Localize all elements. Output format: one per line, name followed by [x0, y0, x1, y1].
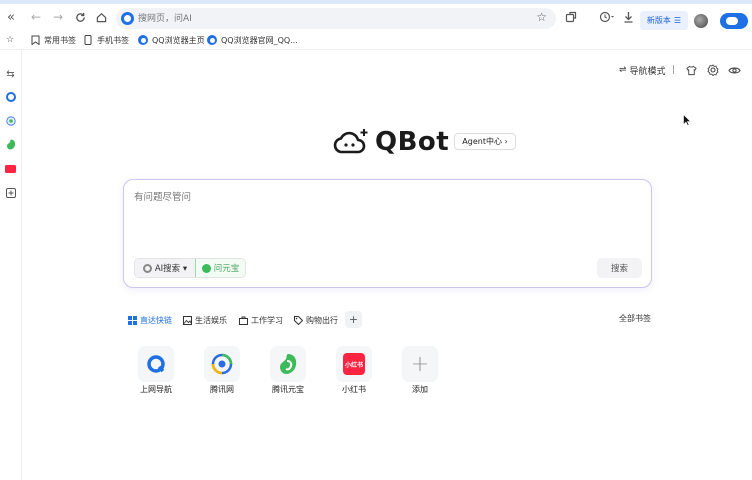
settings-gear-icon[interactable] — [707, 63, 719, 77]
skin-icon[interactable] — [686, 63, 697, 77]
bookmark-label: QQ浏览器官网_QQ... — [221, 35, 298, 45]
yuanbao-icon — [201, 263, 211, 273]
sidebar-qq-browser-icon[interactable] — [4, 90, 17, 103]
new-version-label: 新版本 — [646, 16, 671, 25]
qq-browser-icon — [138, 35, 148, 45]
bookmark-star-icon[interactable]: ☆ — [5, 33, 15, 47]
back-icon[interactable]: ← — [27, 8, 45, 26]
extensions-icon[interactable] — [562, 8, 580, 26]
cloud-toggle[interactable] — [720, 13, 748, 29]
tab-label: 直达快链 — [140, 315, 172, 325]
ai-search-icon — [142, 263, 152, 273]
bookmark-label: 手机书签 — [97, 35, 129, 45]
bookmark-item-qq-official[interactable]: QQ浏览器官网_QQ... — [207, 33, 298, 47]
qq-nav-icon — [147, 355, 165, 373]
eye-icon[interactable] — [728, 63, 741, 77]
tab-label: 生活娱乐 — [195, 315, 227, 325]
search-box: AI搜索 ▾ 问元宝 搜索 — [123, 179, 652, 288]
sidebar: ⇆ — [0, 50, 22, 480]
shortcut-tile-yuanbao[interactable] — [270, 346, 306, 382]
add-icon: + — [410, 351, 430, 377]
download-icon[interactable] — [619, 8, 637, 26]
all-bookmarks-link[interactable]: 全部书签 — [619, 313, 651, 324]
nav-mode-label: 导航模式 — [629, 66, 666, 77]
sidebar-add-icon[interactable] — [4, 186, 17, 199]
avatar[interactable] — [694, 14, 708, 28]
nav-mode-icon: ⇌ — [619, 65, 627, 75]
shortcut-tile-nav[interactable] — [138, 346, 174, 382]
qq-browser-logo-icon — [121, 12, 134, 25]
add-shortcut-button[interactable]: + — [402, 346, 438, 382]
bookmark-add-icon — [30, 35, 40, 45]
ai-search-label: AI搜索 ▾ — [154, 264, 188, 274]
star-icon[interactable]: ☆ — [536, 10, 547, 24]
browser-toolbar: « ← → ☆ 新版本 ☰ — [0, 4, 752, 30]
logo-text: QBot — [375, 127, 450, 157]
qbot-logo: QBot — [333, 127, 449, 157]
search-input[interactable] — [134, 189, 634, 239]
home-icon[interactable] — [92, 8, 110, 26]
qq-browser-icon — [207, 35, 217, 45]
new-version-button[interactable]: 新版本 ☰ — [640, 11, 688, 30]
nav-mode-button[interactable]: ⇌ 导航模式 — [619, 63, 666, 77]
bookmark-item-common[interactable]: 常用书签 — [30, 33, 76, 47]
bookmarks-bar: ☆ 常用书签 手机书签 QQ浏览器主页 QQ浏览器官网_QQ... — [0, 30, 752, 50]
reload-icon[interactable] — [71, 8, 89, 26]
shortcut-label: 腾讯网 — [210, 385, 234, 394]
grid-icon — [128, 315, 137, 325]
menu-icon: ☰ — [673, 16, 682, 25]
switch-icon[interactable]: ⇆ — [4, 68, 17, 81]
ask-yuanbao-label: 问元宝 — [213, 264, 240, 274]
briefcase-icon — [239, 316, 248, 325]
search-button[interactable]: 搜索 — [597, 258, 642, 278]
tencent-news-icon — [211, 353, 233, 375]
add-category-button[interactable]: + — [345, 311, 362, 328]
qbot-cloud-icon — [333, 129, 368, 154]
history-icon[interactable] — [596, 8, 618, 26]
tab-label: 购物出行 — [306, 315, 338, 325]
tab-work-study[interactable]: 工作学习 — [239, 313, 283, 327]
shortcut-label: 上网导航 — [140, 385, 172, 394]
shortcut-label: 小红书 — [342, 385, 366, 394]
bookmark-label: 常用书签 — [44, 35, 76, 45]
shortcut-tile-xiaohongshu[interactable]: 小红书 — [336, 346, 372, 382]
yuanbao-icon — [280, 354, 297, 374]
mouse-cursor-icon — [683, 114, 691, 126]
collapse-sidebar-icon[interactable]: « — [2, 8, 20, 26]
header-separator: | — [672, 65, 676, 75]
bookmark-label: QQ浏览器主页 — [152, 35, 205, 45]
sidebar-xiaohongshu-icon[interactable] — [4, 162, 17, 175]
forward-icon[interactable]: → — [49, 8, 67, 26]
tab-label: 工作学习 — [251, 315, 283, 325]
omnibox[interactable]: ☆ — [116, 8, 556, 29]
sidebar-assistant-icon[interactable] — [4, 114, 17, 127]
omnibox-input[interactable] — [138, 10, 518, 27]
xiaohongshu-icon: 小红书 — [343, 353, 365, 375]
phone-icon — [83, 35, 93, 45]
ai-search-dropdown[interactable]: AI搜索 ▾ — [135, 259, 195, 277]
agent-center-button[interactable]: Agent中心 › — [454, 133, 516, 150]
tab-quick-links[interactable]: 直达快链 — [128, 313, 172, 327]
bookmark-item-mobile[interactable]: 手机书签 — [83, 33, 129, 47]
tag-icon — [294, 315, 303, 325]
sidebar-yuanbao-icon[interactable] — [4, 138, 17, 151]
tab-shopping-travel[interactable]: 购物出行 — [294, 313, 338, 327]
shortcut-label: 添加 — [412, 385, 428, 394]
search-mode-segment: AI搜索 ▾ 问元宝 — [134, 258, 246, 278]
shortcut-label: 腾讯元宝 — [272, 385, 304, 394]
tab-lifestyle[interactable]: 生活娱乐 — [183, 313, 227, 327]
bookmark-item-qq-home[interactable]: QQ浏览器主页 — [138, 33, 205, 47]
shortcut-tile-tencent[interactable] — [204, 346, 240, 382]
ask-yuanbao-button[interactable]: 问元宝 — [195, 259, 245, 277]
picture-icon — [183, 315, 192, 325]
